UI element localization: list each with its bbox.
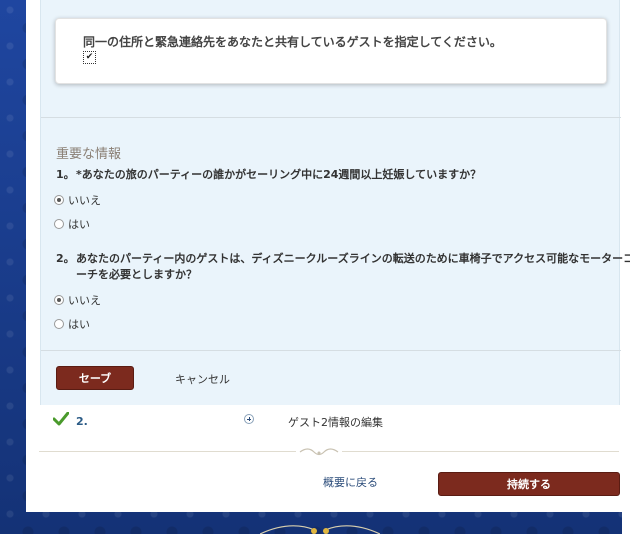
divider [41,350,621,351]
important-info-title: 重要な情報 [56,147,122,162]
checkmark-icon [53,412,69,426]
question-2-option-no[interactable]: いいえ [54,292,101,308]
guest-info-page: 同一の住所と緊急連絡先をあなたと共有しているゲストを指定してください。 ✔ 重要… [26,0,630,512]
expand-plus-icon[interactable] [244,414,254,424]
question-1-number: 1。 [56,168,75,181]
option-label: はい [68,218,90,231]
cancel-link[interactable]: キャンセル [175,371,230,387]
question-1-option-no[interactable]: いいえ [54,192,101,208]
question-1-text: *あなたの旅のパーティーの誰かがセーリング中に24週間以上妊娠していますか？ [76,168,482,181]
question-2-option-yes[interactable]: はい [54,316,90,332]
question-2-text-continued: ーチを必要としますか？ [76,268,197,281]
option-label: いいえ [68,194,101,207]
shared-address-notice: 同一の住所と緊急連絡先をあなたと共有しているゲストを指定してください。 ✔ [55,18,607,84]
save-button[interactable]: セーブ [56,366,134,390]
option-label: はい [68,318,90,331]
question-1-option-yes[interactable]: はい [54,216,90,232]
radio-unselected-icon[interactable] [54,219,64,229]
back-to-summary-link[interactable]: 概要に戻る [323,474,378,490]
question-2-number: 2。 [56,252,75,265]
shared-address-checkbox[interactable]: ✔ [83,51,96,64]
option-label: いいえ [68,294,101,307]
question-2-text: あなたのパーティー内のゲストは、ディズニークルーズラインの転送のために車椅子でア… [76,252,630,265]
guest-2-row: 2. ゲスト2情報の編集 [40,410,620,432]
flourish-ornament-icon [296,445,342,459]
radio-unselected-icon[interactable] [54,319,64,329]
radio-selected-icon[interactable] [54,295,64,305]
bottom-flourish-icon [260,525,380,534]
question-1: 1。*あなたの旅のパーティーの誰かがセーリング中に24週間以上妊娠していますか？ [56,166,481,183]
question-2: 2。あなたのパーティー内のゲストは、ディズニークルーズラインの転送のために車椅子… [56,250,630,267]
continue-button[interactable]: 持続する [438,472,620,496]
radio-selected-icon[interactable] [54,195,64,205]
guest-edit-panel: 同一の住所と緊急連絡先をあなたと共有しているゲストを指定してください。 ✔ 重要… [40,0,630,405]
guest-2-number: 2. [76,415,88,428]
divider [41,117,621,118]
right-edge-strip [622,0,630,534]
edit-guest-2-link[interactable]: ゲスト2情報の編集 [288,414,383,430]
shared-address-text: 同一の住所と緊急連絡先をあなたと共有しているゲストを指定してください。 [83,35,502,49]
